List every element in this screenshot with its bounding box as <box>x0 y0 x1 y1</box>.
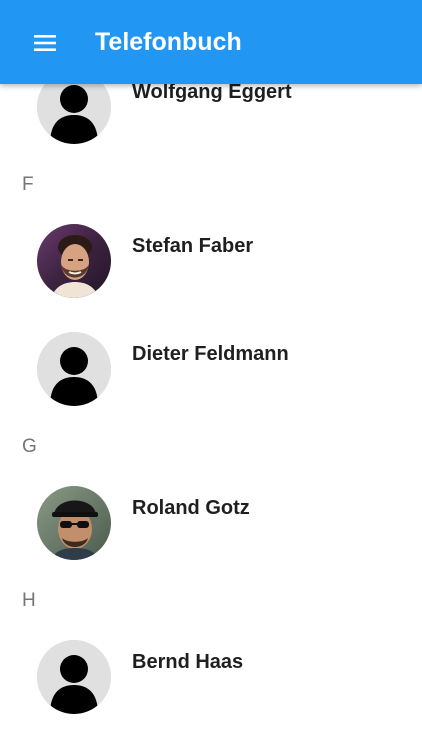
section-header-h: H <box>22 590 36 611</box>
contact-name: Bernd Haas <box>132 651 244 673</box>
profile-photo <box>37 224 111 298</box>
avatar <box>37 332 111 406</box>
contact-item-dieter-feldmann[interactable]: Dieter Feldmann <box>0 332 422 422</box>
app-bar: Telefonbuch <box>0 0 422 84</box>
menu-icon <box>34 35 56 51</box>
person-placeholder-icon <box>37 640 111 714</box>
avatar <box>37 640 111 714</box>
page-title: Telefonbuch <box>95 28 242 56</box>
contact-name: Stefan Faber <box>132 235 254 257</box>
section-header-f: F <box>22 174 34 195</box>
section-header-g: G <box>22 436 37 457</box>
contact-name: Dieter Feldmann <box>132 343 289 365</box>
profile-photo <box>37 486 111 560</box>
contact-item-bernd-haas[interactable]: Bernd Haas <box>0 640 422 730</box>
contact-item-stefan-faber[interactable]: Stefan Faber <box>0 224 422 314</box>
contacts-list: Wolfgang Eggert F Stefan Faber Dieter Fe… <box>0 0 422 750</box>
contact-name: Roland Gotz <box>132 497 250 519</box>
menu-button[interactable] <box>24 24 66 62</box>
contact-item-roland-gotz[interactable]: Roland Gotz <box>0 486 422 576</box>
person-placeholder-icon <box>37 332 111 406</box>
avatar <box>37 224 111 298</box>
avatar <box>37 486 111 560</box>
